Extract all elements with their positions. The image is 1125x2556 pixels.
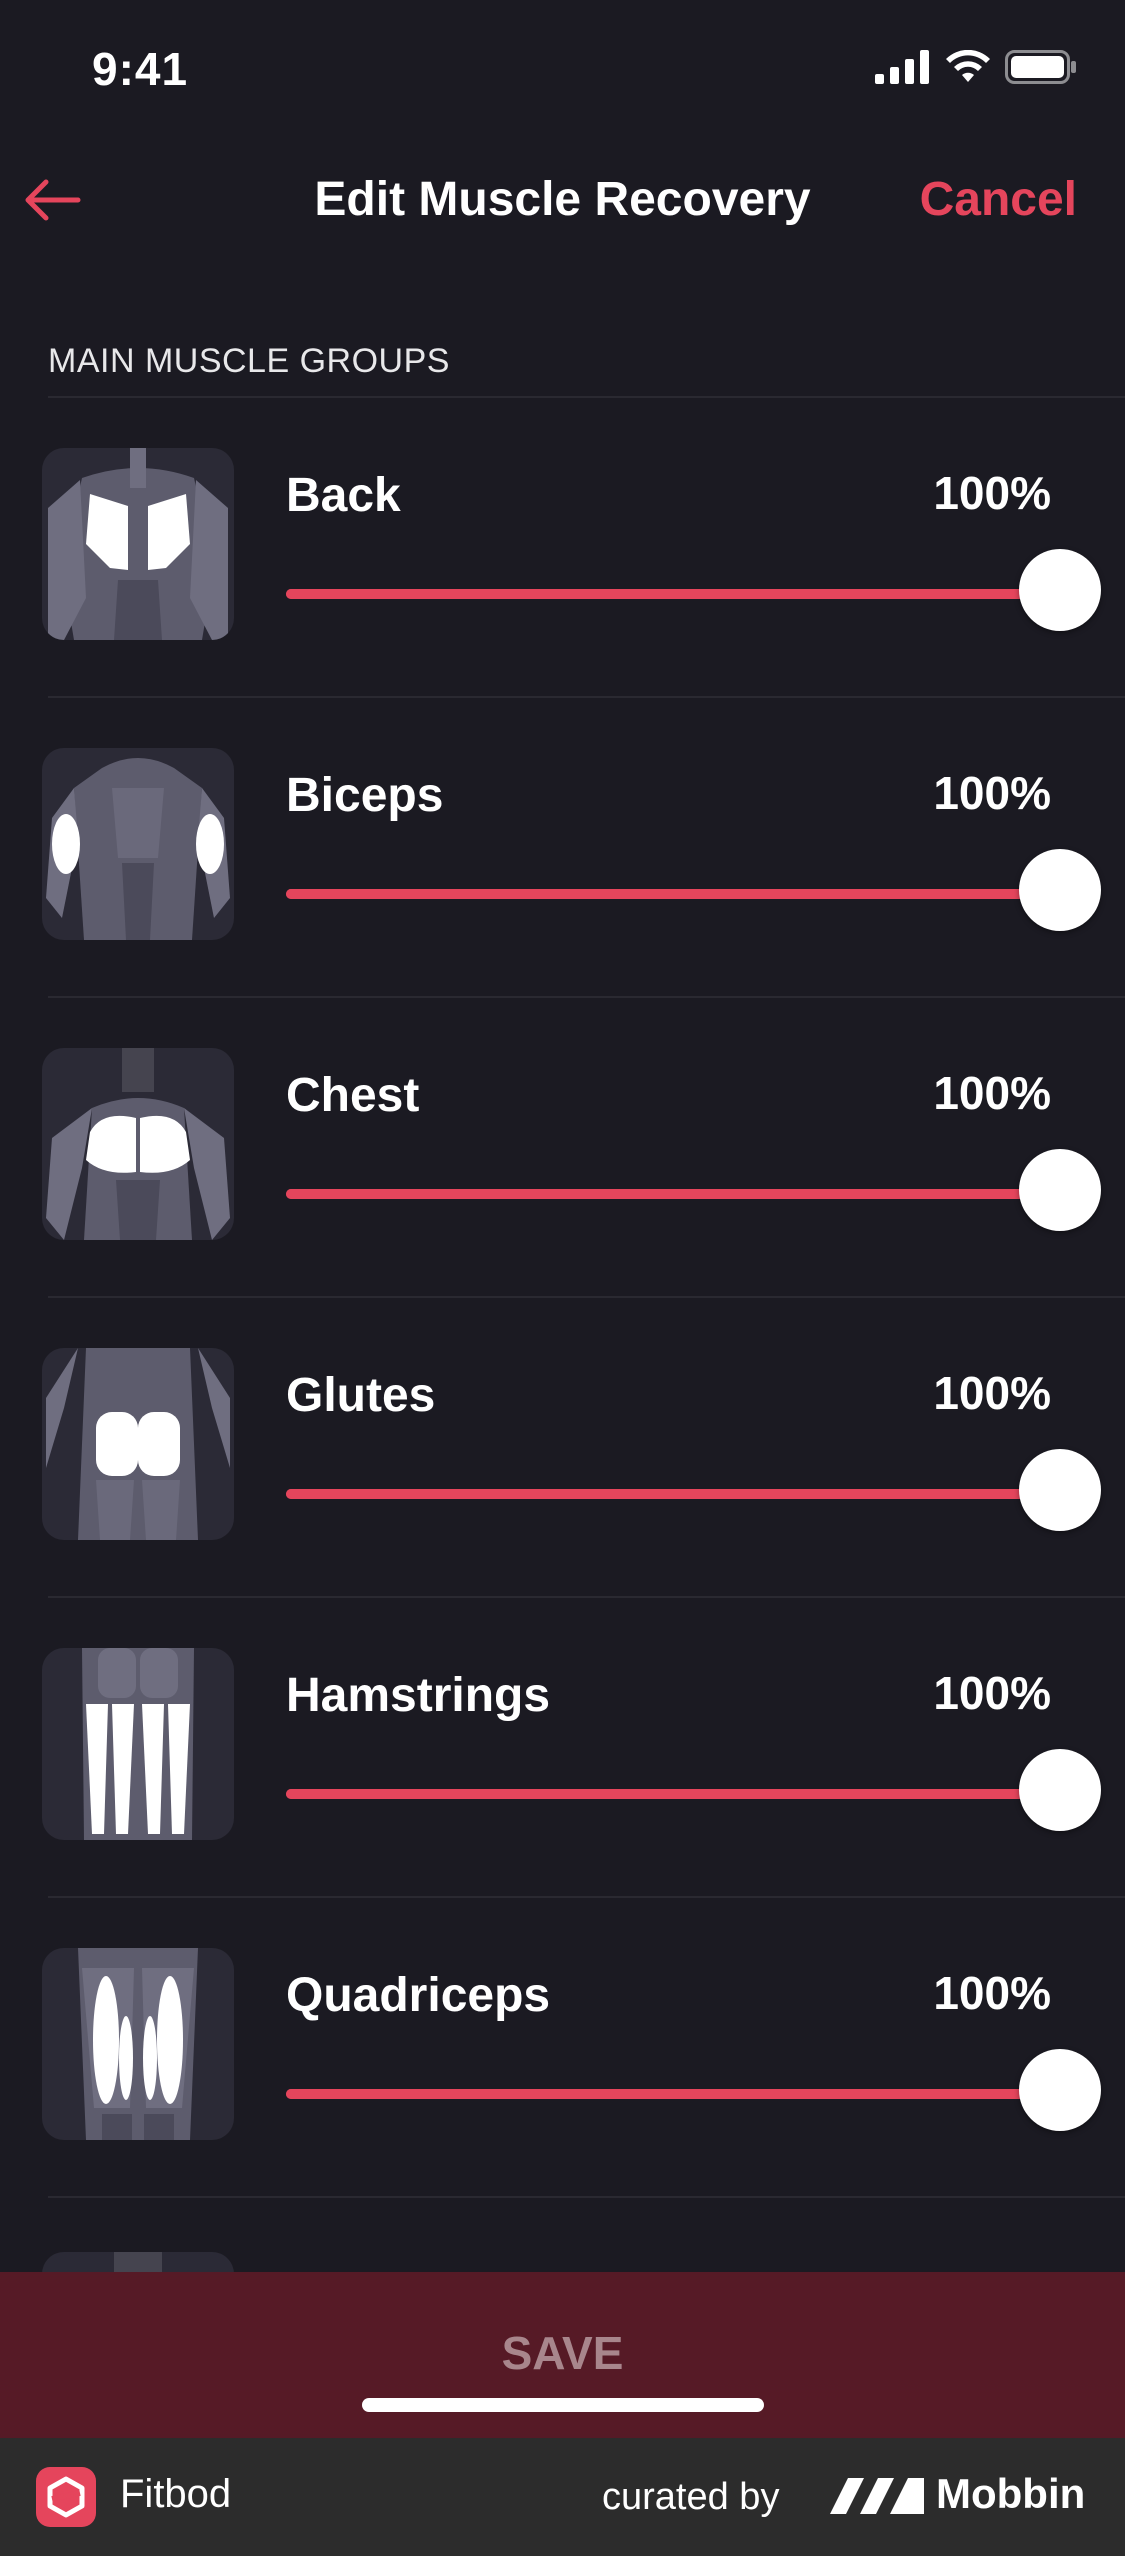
status-bar: 9:41 — [0, 0, 1125, 140]
glutes-muscle-image — [42, 1348, 234, 1540]
recovery-slider[interactable] — [286, 1449, 1101, 1531]
slider-knob[interactable] — [1019, 1149, 1101, 1231]
muscle-name: Hamstrings — [286, 1669, 551, 1722]
recovery-slider[interactable] — [286, 1149, 1101, 1231]
slider-fill — [286, 1789, 1060, 1799]
slider-fill — [286, 1189, 1060, 1199]
save-button[interactable]: SAVE — [0, 2326, 1125, 2380]
muscle-name: Back — [286, 469, 401, 522]
muscle-name: Biceps — [286, 769, 444, 822]
muscle-row-hamstrings: Hamstrings 100% — [0, 1598, 1125, 1898]
slider-fill — [286, 2089, 1060, 2099]
status-icons — [875, 50, 1077, 84]
muscle-value: 100% — [933, 1967, 1051, 2019]
muscle-row-chest: Chest 100% — [0, 998, 1125, 1298]
muscle-row-quadriceps: Quadriceps 100% — [0, 1898, 1125, 2198]
muscle-row-back: Back 100% — [0, 398, 1125, 698]
slider-fill — [286, 1489, 1060, 1499]
biceps-muscle-image — [42, 748, 234, 940]
save-bar: SAVE — [0, 2272, 1125, 2438]
muscle-value: 100% — [933, 1367, 1051, 1419]
muscle-value: 100% — [933, 1667, 1051, 1719]
muscle-value: 100% — [933, 467, 1051, 519]
recovery-slider[interactable] — [286, 549, 1101, 631]
hamstrings-muscle-image — [42, 1648, 234, 1840]
back-muscle-image — [42, 448, 234, 640]
quadriceps-muscle-image — [42, 1948, 234, 2140]
footer-brand: Mobbin — [936, 2470, 1086, 2517]
slider-fill — [286, 889, 1060, 899]
muscle-row-biceps: Biceps 100% — [0, 698, 1125, 998]
muscle-list: Back 100% Biceps 100% Chest 100% Glutes … — [0, 398, 1125, 2198]
fitbod-logo-icon — [36, 2467, 96, 2527]
slider-knob[interactable] — [1019, 1749, 1101, 1831]
cancel-button[interactable]: Cancel — [920, 172, 1077, 227]
recovery-slider[interactable] — [286, 849, 1101, 931]
wifi-icon — [946, 50, 990, 82]
muscle-value: 100% — [933, 1067, 1051, 1119]
muscle-name: Quadriceps — [286, 1969, 551, 2022]
status-time: 9:41 — [92, 43, 189, 95]
muscle-name: Glutes — [286, 1369, 436, 1422]
mobbin-logo-icon — [830, 2474, 926, 2523]
battery-icon — [1005, 50, 1076, 84]
home-indicator — [362, 2398, 764, 2412]
footer: Fitbod curated by Mobbin — [0, 2438, 1125, 2556]
slider-knob[interactable] — [1019, 849, 1101, 931]
signal-icon — [875, 50, 929, 84]
muscle-name: Chest — [286, 1069, 420, 1122]
slider-knob[interactable] — [1019, 549, 1101, 631]
muscle-value: 100% — [933, 767, 1051, 819]
section-header: MAIN MUSCLE GROUPS — [48, 342, 450, 380]
recovery-slider[interactable] — [286, 2049, 1101, 2131]
chest-muscle-image — [42, 1048, 234, 1240]
slider-fill — [286, 589, 1060, 599]
divider — [48, 2196, 1125, 2198]
recovery-slider[interactable] — [286, 1749, 1101, 1831]
nav-bar: Edit Muscle Recovery Cancel — [0, 140, 1125, 260]
slider-knob[interactable] — [1019, 1449, 1101, 1531]
slider-knob[interactable] — [1019, 2049, 1101, 2131]
footer-curated-by: curated by — [602, 2476, 780, 2518]
muscle-row-glutes: Glutes 100% — [0, 1298, 1125, 1598]
footer-app-name: Fitbod — [120, 2472, 232, 2516]
